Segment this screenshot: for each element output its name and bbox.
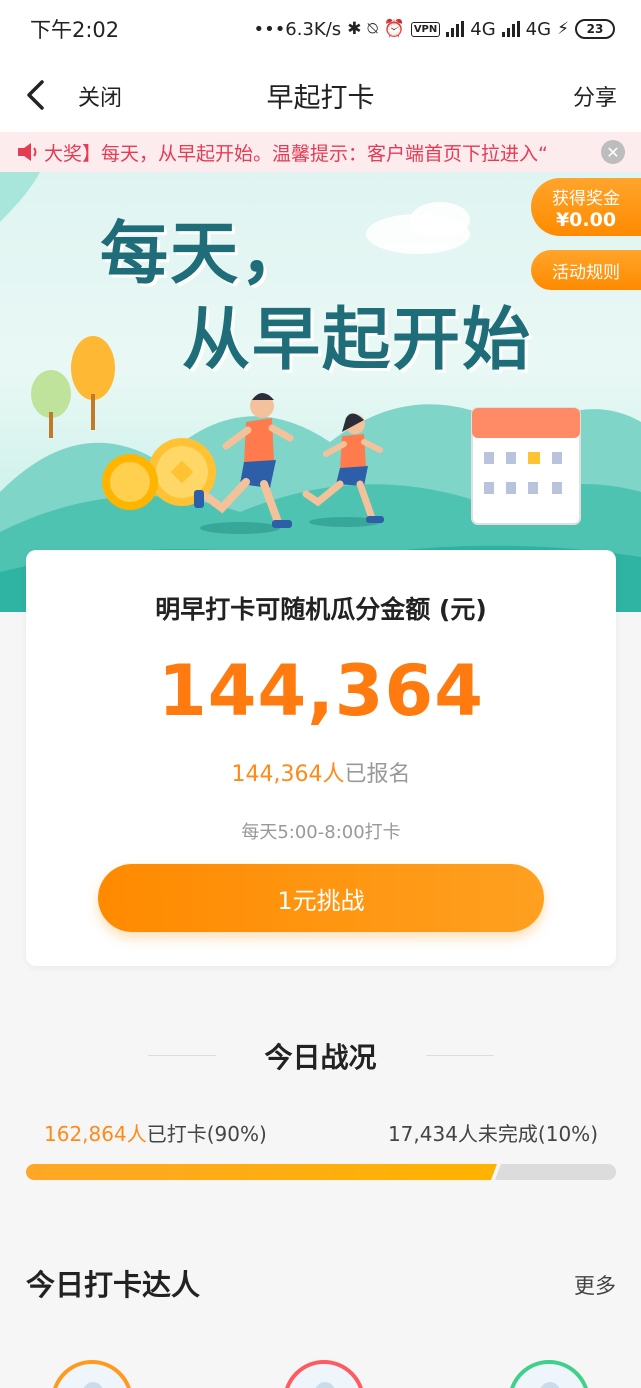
nav-bar: 关闭 早起打卡 分享 — [0, 58, 641, 132]
reward-amount: ¥0.00 — [555, 209, 617, 231]
reward-button[interactable]: 获得奖金 ¥0.00 — [531, 178, 641, 236]
challenge-button[interactable]: 1元挑战 — [98, 864, 544, 932]
done-suffix: 已打卡(90%) — [146, 1122, 267, 1146]
divider-right — [426, 1055, 494, 1056]
vpn-icon: VPN — [410, 21, 441, 37]
rules-button[interactable]: 活动规则 — [531, 250, 641, 290]
checkin-progress-bar — [26, 1164, 616, 1180]
more-link[interactable]: 更多 — [574, 1270, 616, 1300]
network-type-1: 4G — [470, 18, 496, 40]
alarm-icon: ⏰ — [383, 19, 405, 39]
signal-icon — [446, 21, 465, 37]
enrolled-suffix: 已报名 — [344, 762, 411, 787]
status-time: 下午2:02 — [30, 18, 120, 42]
charging-icon: ⚡ — [557, 19, 569, 39]
bluetooth-icon: ✱ — [347, 19, 362, 39]
network-type-2: 4G — [525, 18, 552, 40]
battery-icon: 23 — [575, 19, 615, 39]
network-speed: •••6.3K/s — [253, 18, 342, 40]
card-heading: 明早打卡可随机瓜分金额 (元) — [155, 595, 487, 624]
done-stat: 162,864人已打卡(90%) — [44, 1118, 267, 1147]
banner-title-line1: 每天， — [100, 215, 311, 294]
done-count: 162,864人 — [44, 1122, 147, 1146]
share-button[interactable]: 分享 — [573, 80, 617, 112]
notice-marquee[interactable]: 大奖】每天，从早起开始。温馨提示：客户端首页下拉进入“ ✕ — [0, 132, 641, 172]
enrolled-number: 144,364人 — [231, 762, 345, 787]
mute-icon: ⍉ — [367, 19, 378, 39]
status-bar: 下午2:02 •••6.3K/s ✱ ⍉ ⏰ VPN 4G 4G ⚡ 23 — [0, 0, 641, 58]
progress-remaining — [495, 1164, 616, 1180]
avatar-head — [83, 1382, 103, 1388]
progress-done — [26, 1164, 497, 1180]
speaker-icon — [18, 143, 37, 161]
prize-pool-card: 明早打卡可随机瓜分金额 (元) 144,364 144,364人已报名 每天5:… — [26, 550, 616, 966]
undone-stat: 17,434人未完成(10%) — [387, 1122, 598, 1146]
enrolled-count: 144,364人已报名 — [26, 756, 616, 788]
checkin-time: 每天5:00-8:00打卡 — [241, 822, 401, 843]
top-checkin-title: 今日打卡达人 — [26, 1268, 201, 1302]
banner-title-line2: 从早起开始 — [182, 301, 533, 380]
page-title: 早起打卡 — [266, 83, 375, 114]
signal-icon-2 — [501, 21, 520, 37]
today-title: 今日战况 — [264, 1041, 377, 1074]
status-icons: •••6.3K/s ✱ ⍉ ⏰ VPN 4G 4G ⚡ 23 — [253, 19, 615, 40]
avatar[interactable] — [508, 1360, 590, 1388]
banner-title: 每天， 从早起开始 — [100, 212, 532, 384]
avatar[interactable] — [283, 1360, 365, 1388]
avatar[interactable] — [51, 1360, 133, 1388]
hero-banner: 每天， 从早起开始 获得奖金 ¥0.00 活动规则 — [0, 172, 641, 612]
avatar-head — [315, 1382, 335, 1388]
notice-text: 大奖】每天，从早起开始。温馨提示：客户端首页下拉进入“ — [44, 143, 548, 165]
pool-amount: 144,364 — [158, 650, 484, 732]
notice-close-icon[interactable]: ✕ — [601, 140, 625, 164]
reward-label: 获得奖金 — [552, 189, 620, 209]
avatar-head — [540, 1382, 560, 1388]
